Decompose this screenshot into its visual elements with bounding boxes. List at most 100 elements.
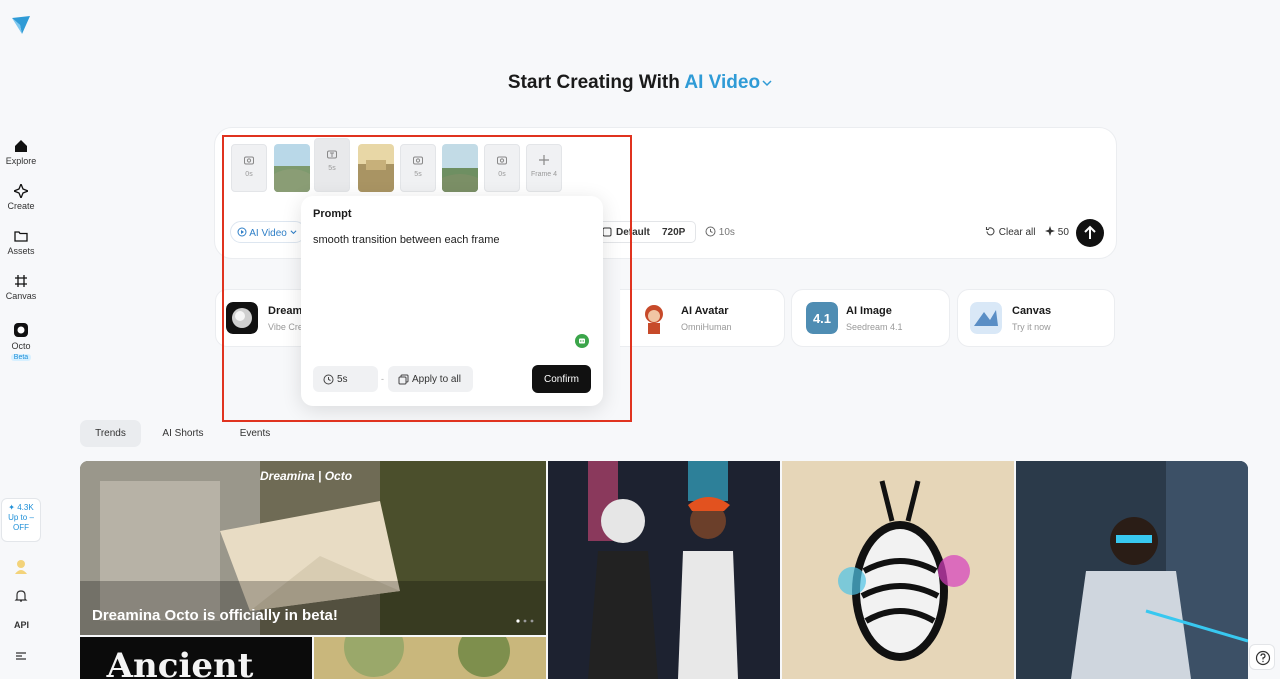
avatar[interactable] bbox=[13, 558, 29, 574]
mode-label: AI Video bbox=[684, 72, 761, 93]
frame-image[interactable] bbox=[358, 144, 394, 192]
chevron-down-icon bbox=[290, 230, 297, 235]
separator: - bbox=[381, 374, 384, 384]
ai-avatar-thumb bbox=[645, 305, 663, 334]
promo-badge[interactable]: ✦ 4.3K Up to – OFF bbox=[1, 498, 41, 542]
frame-duration-value: 5s bbox=[337, 374, 348, 385]
feature-subtitle: Vibe Cre bbox=[268, 322, 303, 332]
credit-icon bbox=[1045, 226, 1055, 236]
title-prefix: Start Creating With bbox=[507, 72, 680, 93]
prompt-textarea[interactable]: smooth transition between each frame bbox=[313, 234, 500, 246]
beta-badge: Beta bbox=[10, 354, 32, 361]
folder-icon bbox=[14, 231, 28, 242]
feature-subtitle: OmniHuman bbox=[681, 322, 732, 332]
apply-label: Apply to all bbox=[412, 374, 461, 385]
sidebar-item-assets[interactable]: Assets bbox=[0, 229, 42, 256]
sidebar-item-label: Canvas bbox=[5, 291, 37, 301]
prompt-popup: Prompt smooth transition between each fr… bbox=[301, 196, 603, 406]
sidebar-item-octo[interactable]: Octo Beta bbox=[0, 322, 42, 361]
sidebar-item-label: Create bbox=[7, 201, 35, 211]
image-upload-icon bbox=[497, 156, 507, 165]
gallery-tile[interactable] bbox=[548, 461, 780, 679]
sidebar-item-label: Octo bbox=[11, 341, 31, 351]
carousel-dots[interactable] bbox=[516, 619, 536, 623]
sidebar-item-label: Assets bbox=[7, 246, 35, 256]
gallery-tile[interactable]: Ancient bbox=[80, 637, 312, 679]
confirm-button[interactable]: Confirm bbox=[532, 365, 591, 393]
feature-subtitle: Seedream 4.1 bbox=[846, 322, 903, 332]
tab-events[interactable]: Events bbox=[226, 420, 284, 447]
clear-all-button[interactable]: Clear all bbox=[985, 226, 1035, 238]
copy-icon bbox=[398, 374, 409, 385]
promo-line2: OFF bbox=[13, 523, 29, 532]
svg-text:4.1: 4.1 bbox=[813, 311, 831, 326]
promo-line1: Up to – bbox=[8, 513, 34, 522]
gallery-tile[interactable] bbox=[782, 461, 1014, 679]
arrow-up-icon bbox=[1084, 225, 1096, 239]
feature-title: Canvas bbox=[1012, 305, 1052, 317]
model-label: AI Video bbox=[249, 228, 287, 239]
frame-image[interactable] bbox=[274, 144, 310, 192]
logo-icon[interactable] bbox=[10, 14, 32, 36]
hero-caption: Dreamina Octo is officially in beta! bbox=[92, 607, 338, 624]
frame-slot-empty[interactable]: 0s bbox=[231, 144, 267, 192]
tab-trends[interactable]: Trends bbox=[80, 420, 141, 447]
frame-slot-selected[interactable]: 5s bbox=[314, 138, 350, 192]
gallery-tile[interactable] bbox=[314, 637, 546, 679]
frame-slot-empty[interactable]: 5s bbox=[400, 144, 436, 192]
model-select[interactable]: AI Video bbox=[230, 221, 306, 243]
help-button[interactable] bbox=[1249, 644, 1275, 670]
canvas-thumb bbox=[970, 302, 1002, 334]
feature-card-ai-image[interactable]: 4.1 AI Image Seedream 4.1 bbox=[791, 289, 950, 347]
api-link[interactable]: API bbox=[14, 620, 29, 630]
chevron-down-icon bbox=[762, 80, 772, 87]
credit-value: 50 bbox=[1057, 227, 1069, 238]
tab-ai-shorts[interactable]: AI Shorts bbox=[150, 420, 216, 447]
home-icon bbox=[15, 140, 27, 152]
feature-title: AI Avatar bbox=[681, 305, 729, 317]
collapse-menu-icon[interactable] bbox=[13, 648, 29, 664]
frame-time: 0s bbox=[498, 171, 506, 178]
frame-duration-select[interactable]: 5s bbox=[313, 366, 378, 392]
gallery-tile[interactable] bbox=[1016, 461, 1248, 679]
clock-icon bbox=[323, 374, 334, 385]
generate-button[interactable] bbox=[1076, 219, 1104, 247]
frame-slot-empty[interactable]: 0s bbox=[484, 144, 520, 192]
octo-icon bbox=[14, 323, 28, 337]
popup-title: Prompt bbox=[313, 208, 352, 220]
aspect-resolution-select[interactable]: Default 720P bbox=[596, 221, 696, 243]
bell-icon[interactable] bbox=[13, 588, 29, 604]
add-frame-button[interactable]: Frame 4 bbox=[526, 144, 562, 192]
ai-assist-icon[interactable] bbox=[575, 334, 589, 348]
plus-icon bbox=[539, 155, 549, 165]
feature-subtitle: Try it now bbox=[1012, 322, 1051, 332]
sidebar: Explore Create Assets Canvas Octo Beta ✦… bbox=[0, 0, 42, 679]
ai-image-thumb: 4.1 bbox=[806, 302, 838, 334]
feature-card-canvas[interactable]: Canvas Try it now bbox=[957, 289, 1115, 347]
mode-switcher[interactable]: AI Video bbox=[684, 72, 772, 93]
frame-time: 5s bbox=[414, 171, 422, 178]
feature-card-ai-avatar[interactable]: AI Avatar OmniHuman bbox=[620, 289, 785, 347]
sparkle-icon bbox=[14, 184, 28, 198]
duration-select[interactable]: 10s bbox=[705, 226, 735, 238]
apply-to-all-button[interactable]: Apply to all bbox=[388, 366, 473, 392]
frame-image[interactable] bbox=[442, 144, 478, 192]
frame-time: 0s bbox=[245, 171, 253, 178]
sidebar-item-label: Explore bbox=[5, 156, 37, 166]
video-mode-icon bbox=[237, 227, 247, 237]
sidebar-item-explore[interactable]: Explore bbox=[0, 139, 42, 166]
credit-cost: 50 bbox=[1045, 226, 1069, 238]
dreamina-thumb bbox=[226, 302, 258, 334]
hero-banner[interactable]: Dreamina | Octo Dreamina Octo is officia… bbox=[80, 461, 546, 635]
duration-label: 10s bbox=[718, 227, 735, 238]
sidebar-item-create[interactable]: Create bbox=[0, 184, 42, 211]
feature-title: AI Image bbox=[846, 305, 892, 317]
svg-text:Ancient: Ancient bbox=[106, 646, 254, 679]
clock-icon bbox=[705, 226, 716, 237]
sidebar-item-canvas[interactable]: Canvas bbox=[0, 274, 42, 301]
text-frame-icon bbox=[327, 150, 337, 159]
resolution-label: 720P bbox=[662, 227, 686, 238]
aspect-ratio-icon bbox=[602, 227, 612, 237]
help-icon bbox=[1255, 650, 1271, 666]
grid-icon bbox=[15, 275, 27, 287]
